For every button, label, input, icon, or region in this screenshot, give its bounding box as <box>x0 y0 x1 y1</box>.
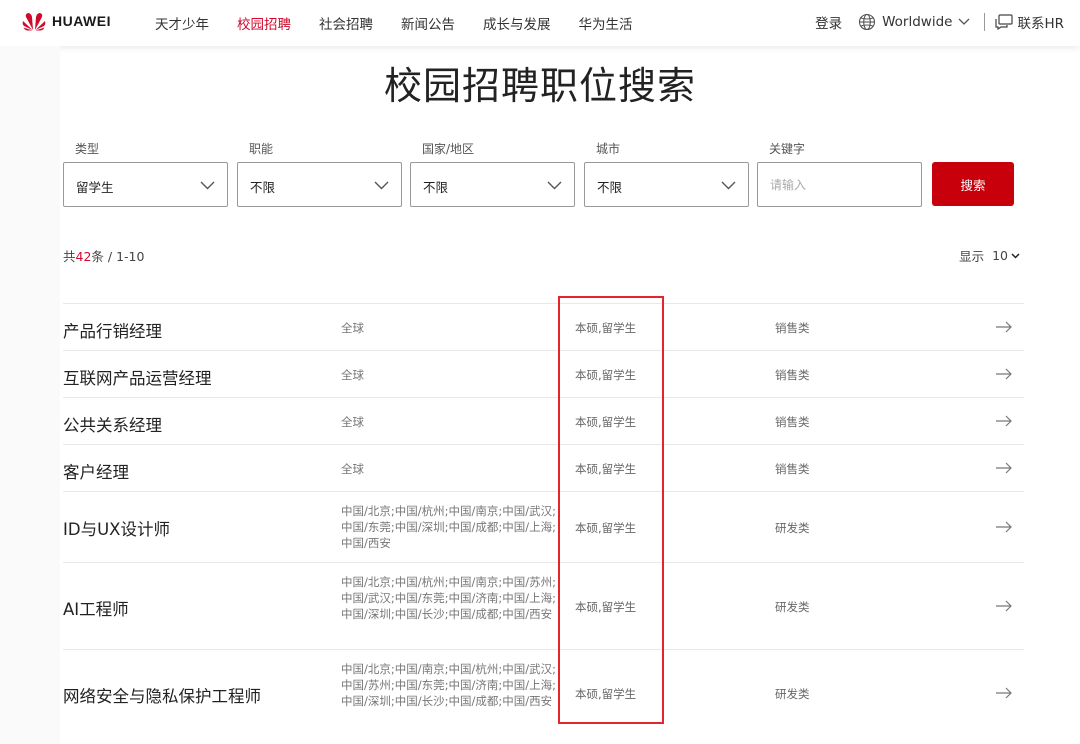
keyword-label: 关键字 <box>769 142 806 156</box>
job-row[interactable]: ID与UX设计师 中国/北京;中国/杭州;中国/南京;中国/武汉;中国/东莞;中… <box>63 491 1024 562</box>
result-count: 共42条 / 1-10 <box>63 246 144 265</box>
job-title[interactable]: 产品行销经理 <box>63 318 162 342</box>
function-select[interactable]: 不限 <box>237 162 402 207</box>
chat-icon <box>995 14 1014 30</box>
search-button[interactable]: 搜索 <box>932 162 1014 206</box>
job-title[interactable]: ID与UX设计师 <box>63 516 170 540</box>
type-select[interactable]: 留学生 <box>63 162 228 207</box>
page-title: 校园招聘职位搜索 <box>383 64 696 108</box>
job-category: 销售类 <box>775 368 810 382</box>
result-total: 42 <box>75 249 92 264</box>
filter-country: 国家/地区 不限 <box>410 140 575 207</box>
nav-item-social-recruitment[interactable]: 社会招聘 <box>319 13 373 33</box>
login-link[interactable]: 登录 <box>815 12 842 32</box>
job-row[interactable]: 公共关系经理 全球 本硕,留学生 销售类 <box>63 397 1024 444</box>
contact-hr-label: 联系HR <box>1017 16 1064 32</box>
country-select-value: 不限 <box>423 180 449 195</box>
arrow-right-icon[interactable] <box>995 462 1013 474</box>
nav-item-life[interactable]: 华为生活 <box>579 13 633 33</box>
nav-item-campus-recruitment[interactable]: 校园招聘 <box>237 13 291 33</box>
chevron-down-icon <box>374 181 389 190</box>
job-title[interactable]: 公共关系经理 <box>63 412 162 436</box>
city-select[interactable]: 不限 <box>584 162 749 207</box>
job-category: 研发类 <box>775 687 810 701</box>
huawei-logo-icon <box>22 13 46 31</box>
filter-keyword: 关键字 <box>757 140 922 207</box>
job-row[interactable]: 网络安全与隐私保护工程师 中国/北京;中国/南京;中国/杭州;中国/武汉;中国/… <box>63 649 1024 736</box>
filter-type: 类型 留学生 <box>63 140 228 207</box>
job-title[interactable]: 互联网产品运营经理 <box>63 365 212 389</box>
filter-country-label: 国家/地区 <box>422 142 475 156</box>
job-location: 中国/北京;中国/杭州;中国/南京;中国/武汉;中国/东莞;中国/深圳;中国/成… <box>341 504 556 550</box>
job-location: 全球 <box>341 321 364 335</box>
filter-city-label: 城市 <box>596 142 621 156</box>
page-size-control: 显示 10 <box>959 246 1020 265</box>
job-location: 全球 <box>341 415 364 429</box>
contact-hr-link[interactable]: 联系HR <box>995 12 1064 32</box>
nav-item-news[interactable]: 新闻公告 <box>401 13 455 33</box>
filter-function-label: 职能 <box>249 142 274 156</box>
filter-function: 职能 不限 <box>237 140 402 207</box>
job-row[interactable]: AI工程师 中国/北京;中国/杭州;中国/南京;中国/苏州;中国/武汉;中国/东… <box>63 562 1024 649</box>
divider <box>984 13 986 31</box>
education-column-highlight <box>558 296 664 724</box>
huawei-logo[interactable]: HUAWEI <box>22 11 111 31</box>
result-count-prefix: 共 <box>63 249 76 264</box>
chevron-down-icon <box>721 181 736 190</box>
filter-type-label: 类型 <box>75 142 100 156</box>
page-size-label: 显示 <box>959 249 985 264</box>
function-select-value: 不限 <box>250 180 276 195</box>
job-location: 中国/北京;中国/南京;中国/杭州;中国/武汉;中国/苏州;中国/东莞;中国/济… <box>341 662 556 708</box>
job-row[interactable]: 客户经理 全球 本硕,留学生 销售类 <box>63 444 1024 491</box>
language-selector[interactable]: Worldwide <box>858 13 970 31</box>
arrow-right-icon[interactable] <box>995 600 1013 612</box>
globe-icon <box>859 13 876 31</box>
header-actions: 登录 Worldwide 联系HR <box>815 12 1064 32</box>
job-location: 全球 <box>341 368 364 382</box>
chevron-down-icon <box>547 181 562 190</box>
job-location: 全球 <box>341 462 364 476</box>
job-title[interactable]: 客户经理 <box>63 459 129 483</box>
job-category: 研发类 <box>775 600 810 614</box>
filter-city: 城市 不限 <box>584 140 749 207</box>
main-nav: 天才少年 校园招聘 社会招聘 新闻公告 成长与发展 华为生活 <box>155 13 661 33</box>
job-row[interactable]: 产品行销经理 全球 本硕,留学生 销售类 <box>63 303 1024 350</box>
result-range: 条 / 1-10 <box>91 249 145 264</box>
chevron-down-icon <box>200 181 215 190</box>
city-select-value: 不限 <box>597 180 623 195</box>
top-navigation-bar: HUAWEI 天才少年 校园招聘 社会招聘 新闻公告 成长与发展 华为生活 登录… <box>0 0 1080 46</box>
chevron-down-icon[interactable] <box>1011 252 1020 259</box>
arrow-right-icon[interactable] <box>995 415 1013 427</box>
job-category: 销售类 <box>775 462 810 476</box>
arrow-right-icon[interactable] <box>995 521 1013 533</box>
arrow-right-icon[interactable] <box>995 321 1013 333</box>
arrow-right-icon[interactable] <box>995 368 1013 380</box>
job-row[interactable]: 互联网产品运营经理 全球 本硕,留学生 销售类 <box>63 350 1024 397</box>
type-select-value: 留学生 <box>76 180 114 195</box>
arrow-right-icon[interactable] <box>995 687 1013 699</box>
page-margin <box>0 46 60 744</box>
job-title[interactable]: AI工程师 <box>63 596 129 620</box>
country-select[interactable]: 不限 <box>410 162 575 207</box>
job-category: 销售类 <box>775 415 810 429</box>
keyword-input[interactable] <box>757 162 922 207</box>
brand-name: HUAWEI <box>52 13 111 29</box>
job-category: 研发类 <box>775 521 810 535</box>
job-location: 中国/北京;中国/杭州;中国/南京;中国/苏州;中国/武汉;中国/东莞;中国/济… <box>341 575 556 621</box>
job-category: 销售类 <box>775 321 810 335</box>
nav-item-genius-youth[interactable]: 天才少年 <box>155 13 209 33</box>
nav-item-growth[interactable]: 成长与发展 <box>483 13 551 33</box>
language-label: Worldwide <box>882 14 953 30</box>
job-title[interactable]: 网络安全与隐私保护工程师 <box>63 683 261 707</box>
chevron-down-icon <box>958 18 970 25</box>
page-size-select[interactable]: 10 <box>992 248 1008 263</box>
